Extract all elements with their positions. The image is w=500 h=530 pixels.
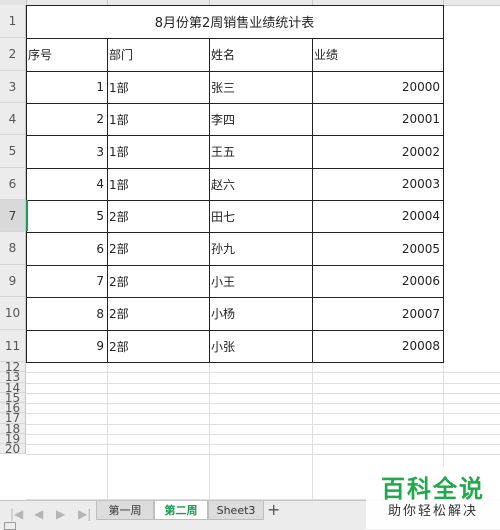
gridline	[26, 434, 500, 435]
cell-department[interactable]: 2部	[107, 200, 209, 232]
row-header-9[interactable]: 9	[0, 265, 26, 297]
cell-department[interactable]: 2部	[107, 297, 209, 330]
row-header-2[interactable]: 2	[0, 38, 26, 71]
cell-name[interactable]: 王五	[209, 135, 312, 168]
gridline	[26, 454, 500, 455]
gridline	[26, 393, 500, 394]
first-sheet-arrow-icon[interactable]: |◀	[10, 507, 23, 521]
gridline	[26, 444, 500, 445]
gridline	[209, 362, 210, 500]
sheet-title-cell[interactable]: 8月份第2周销售业绩统计表	[26, 5, 443, 38]
cell-performance[interactable]: 20002	[312, 135, 443, 168]
row-header-3[interactable]: 3	[0, 71, 26, 103]
prev-sheet-arrow-icon[interactable]: ◀	[34, 507, 43, 521]
header-cell-performance[interactable]: 业绩	[312, 38, 443, 71]
cell-name[interactable]: 小杨	[209, 297, 312, 330]
header-cell-name[interactable]: 姓名	[209, 38, 312, 71]
cell-department[interactable]: 1部	[107, 135, 209, 168]
row-header-20[interactable]: 20	[0, 442, 26, 456]
cell-department[interactable]: 1部	[107, 103, 209, 135]
cell-department[interactable]: 2部	[107, 330, 209, 362]
cell-performance[interactable]: 20005	[312, 232, 443, 265]
gridline	[26, 372, 500, 373]
row-header-5[interactable]: 5	[0, 135, 26, 168]
gridline	[26, 383, 500, 384]
cell-performance[interactable]: 20006	[312, 265, 443, 297]
cell-name[interactable]: 孙九	[209, 232, 312, 265]
cell-index[interactable]: 7	[26, 265, 107, 297]
cell-name[interactable]: 小王	[209, 265, 312, 297]
sheet-tab-week1[interactable]: 第一周	[96, 501, 154, 520]
cell-index[interactable]: 1	[26, 71, 107, 103]
cell-name[interactable]: 张三	[209, 71, 312, 103]
cell-performance[interactable]: 20000	[312, 71, 443, 103]
header-cell-index[interactable]: 序号	[26, 38, 107, 71]
cell-name[interactable]: 田七	[209, 200, 312, 232]
row-header-7[interactable]: 7	[0, 200, 26, 232]
cell-index[interactable]: 9	[26, 330, 107, 362]
cell-performance[interactable]: 20007	[312, 297, 443, 330]
sheet-tab-week2[interactable]: 第二周	[154, 501, 208, 520]
cell-index[interactable]: 6	[26, 232, 107, 265]
row-header-6[interactable]: 6	[0, 168, 26, 200]
cell-index[interactable]: 4	[26, 168, 107, 200]
row-header-4[interactable]: 4	[0, 103, 26, 135]
cell-name[interactable]: 小张	[209, 330, 312, 362]
watermark-logo: 百科全说 助你轻松解决	[366, 466, 500, 529]
cell-performance[interactable]: 20003	[312, 168, 443, 200]
gridline	[26, 424, 500, 425]
last-sheet-arrow-icon[interactable]: ▶|	[78, 507, 91, 521]
cell-department[interactable]: 2部	[107, 232, 209, 265]
cell-name[interactable]: 李四	[209, 103, 312, 135]
row-header-8[interactable]: 8	[0, 232, 26, 265]
cell-name[interactable]: 赵六	[209, 168, 312, 200]
row-header-10[interactable]: 10	[0, 297, 26, 330]
gridline	[107, 362, 108, 500]
table-border	[443, 5, 444, 362]
cell-index[interactable]: 2	[26, 103, 107, 135]
gridline	[26, 413, 500, 414]
cell-index[interactable]: 5	[26, 200, 107, 232]
header-cell-department[interactable]: 部门	[107, 38, 209, 71]
cell-performance[interactable]: 20001	[312, 103, 443, 135]
row-header-1[interactable]: 1	[0, 5, 26, 38]
active-cell-indicator	[26, 200, 28, 231]
cell-index[interactable]: 8	[26, 297, 107, 330]
cell-department[interactable]: 1部	[107, 168, 209, 200]
cell-performance[interactable]: 20008	[312, 330, 443, 362]
cell-index[interactable]: 3	[26, 135, 107, 168]
gridline	[312, 362, 313, 500]
watermark-title: 百科全说	[381, 474, 485, 503]
sheet-tab-sheet3[interactable]: Sheet3	[208, 501, 264, 520]
table-border	[26, 362, 444, 363]
cell-performance[interactable]: 20004	[312, 200, 443, 232]
watermark-subtitle: 助你轻松解决	[387, 503, 478, 519]
add-sheet-plus-icon[interactable]: +	[267, 500, 280, 519]
next-sheet-arrow-icon[interactable]: ▶	[56, 507, 65, 521]
gridline	[26, 403, 500, 404]
cell-department[interactable]: 2部	[107, 265, 209, 297]
cell-department[interactable]: 1部	[107, 71, 209, 103]
row-header-11[interactable]: 11	[0, 330, 26, 362]
